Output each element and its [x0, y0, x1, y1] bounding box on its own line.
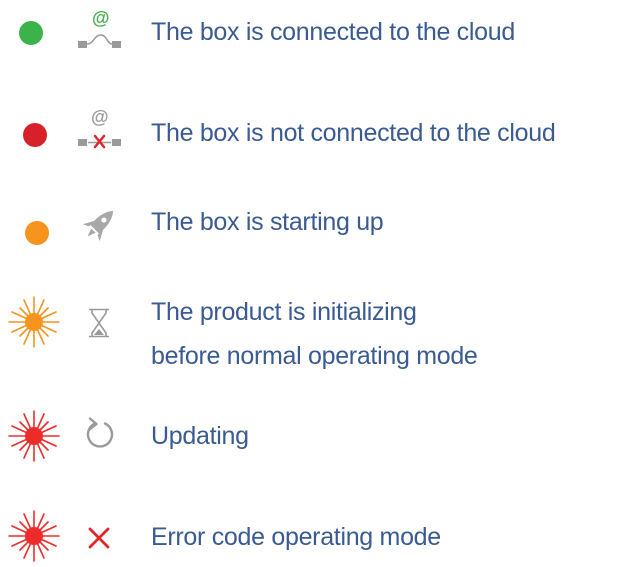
- error-x-icon: [88, 527, 110, 549]
- orange-led-indicator: [25, 221, 49, 245]
- label-line: Updating: [151, 422, 249, 450]
- cloud-disconnected-icon: @: [78, 107, 121, 149]
- label-line: Error code operating mode: [151, 523, 441, 551]
- svg-text:@: @: [91, 107, 109, 127]
- label-line: before normal operating mode: [151, 342, 478, 370]
- red-led-indicator: [23, 123, 47, 147]
- label-line: The product is initializing: [151, 298, 417, 326]
- legend-label-updating: Updating: [151, 420, 249, 452]
- orange-blinking-led-indicator: [8, 296, 60, 348]
- legend-label-initializing: The product is initializing before norma…: [151, 290, 478, 378]
- label-line: The box is starting up: [151, 208, 384, 236]
- refresh-icon: [86, 417, 114, 448]
- label-line: The box is not connected to the cloud: [151, 119, 556, 147]
- green-led-indicator: [19, 21, 43, 45]
- legend-label-error: Error code operating mode: [151, 521, 441, 553]
- label-line: The box is connected to the cloud: [151, 18, 515, 46]
- legend-label-disconnected: The box is not connected to the cloud: [151, 117, 556, 149]
- hourglass-icon: [89, 308, 109, 338]
- legend-label-starting: The box is starting up: [151, 206, 384, 238]
- rocket-icon: [82, 210, 114, 242]
- red-blinking-led-indicator: [8, 510, 60, 562]
- svg-text:@: @: [92, 8, 110, 28]
- cloud-connected-icon: @: [78, 8, 121, 48]
- red-blinking-led-indicator: [8, 410, 60, 462]
- legend-label-connected: The box is connected to the cloud: [151, 16, 515, 48]
